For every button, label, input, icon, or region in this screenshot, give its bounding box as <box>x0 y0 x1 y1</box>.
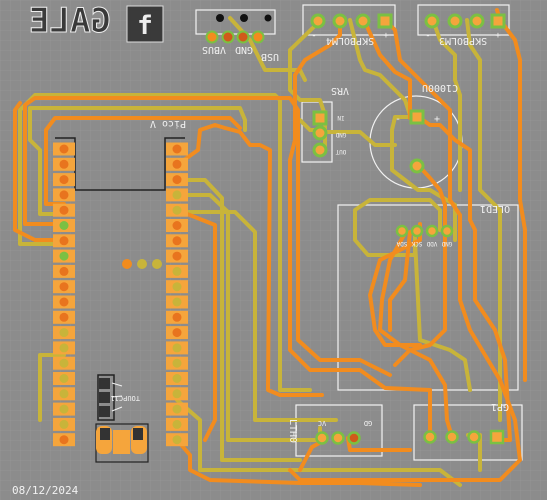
pico-right-pin-hole-17 <box>172 389 182 399</box>
pcb-board: GALE f TOUPC11 VBUS GND USB SKPBOLM4 + -… <box>0 0 547 500</box>
oled-label: OLED1 <box>480 203 510 214</box>
usb-label-gnd: GND <box>235 44 253 55</box>
pico-left-pin-hole-5 <box>59 205 69 215</box>
gp1-label: GP1 <box>491 401 509 412</box>
capacitor-minus: - <box>395 114 401 125</box>
pico-right-pin-hole-14 <box>172 343 182 353</box>
pico-left-pin-hole-14 <box>59 343 69 353</box>
pico-right-pin-hole-5 <box>172 205 182 215</box>
pico-test-pads <box>122 259 162 269</box>
speaker4-plus: + <box>383 31 389 41</box>
speaker3-plus: + <box>495 31 501 41</box>
usb-pad <box>251 30 265 44</box>
svg-text:f: f <box>137 11 153 41</box>
gale-logo: GALE f <box>29 1 164 43</box>
capacitor-label: C1000U <box>422 82 458 93</box>
vrs-pin-gnd: GND <box>335 131 346 138</box>
pico-left-pin-hole-1 <box>59 144 69 154</box>
pico-right-pin-hole-13 <box>172 328 182 338</box>
pico-right-pin-hole-8 <box>172 251 182 261</box>
vbus-pad <box>205 30 219 44</box>
toupc-label: TOUPC11 <box>110 394 140 402</box>
pico-right-pin-hole-19 <box>172 419 182 429</box>
gale-f-logo-icon: f <box>126 5 164 43</box>
pico-left-pin-hole-2 <box>59 159 69 169</box>
pico-right-pin-hole-18 <box>172 404 182 414</box>
pico-left-pin-hole-13 <box>59 328 69 338</box>
usb-label-vbus: VBUS <box>202 44 226 55</box>
speaker3-minus: - <box>425 31 430 41</box>
pico-right-pin-hole-12 <box>172 312 182 322</box>
pico-left-pin-hole-4 <box>59 190 69 200</box>
gnd-pad-b <box>236 30 250 44</box>
ldr-pin-vc: VC <box>318 419 326 427</box>
capacitor-plus: + <box>434 114 440 125</box>
oled-pin-gnd: GND <box>441 240 452 247</box>
oled-pin-sck: SCK <box>411 240 422 247</box>
pico-left-pin-hole-12 <box>59 312 69 322</box>
pico-left-pin-hole-7 <box>59 236 69 246</box>
grid-lines <box>0 0 547 500</box>
pico-right-pin-hole-3 <box>172 175 182 185</box>
pico-label: Pico V <box>150 118 186 129</box>
pico-left-pin-hole-16 <box>59 374 69 383</box>
gnd-pad-a <box>221 30 235 44</box>
pico-right-pin-hole-10 <box>172 282 182 292</box>
pico-left-pin-hole-6 <box>59 221 69 230</box>
oled-pin-vdd: VDD <box>426 240 437 247</box>
speaker4-minus: - <box>311 31 316 41</box>
gale-logo-text: GALE <box>29 1 111 41</box>
pico-left-pin-hole-20 <box>59 435 69 445</box>
usb-connector <box>96 426 147 454</box>
oled-pin-sda: SDA <box>396 240 407 247</box>
pico-left-pin-hole-15 <box>59 358 69 368</box>
vrs-pin-in: IN <box>337 114 345 121</box>
pico-left-pin-hole-3 <box>59 175 69 185</box>
vrs-label: VRS <box>331 85 349 96</box>
pico-left-pin-hole-9 <box>59 266 69 276</box>
pico-right-pin-hole-1 <box>172 144 182 154</box>
pico-right-pin-hole-9 <box>172 266 182 276</box>
pico-left-pin-hole-10 <box>59 282 69 292</box>
ldr-pin-gd: GD <box>364 419 372 427</box>
pico-left-pin-hole-18 <box>59 404 69 414</box>
pico-right-pin-hole-6 <box>172 221 182 230</box>
pico-left-pin-hole-11 <box>59 297 69 307</box>
pico-right-pin-hole-15 <box>172 358 182 368</box>
pico-right-pin-hole-2 <box>172 159 182 169</box>
pico-right-pin-hole-16 <box>172 374 182 383</box>
pico-right-pin-hole-20 <box>172 435 182 445</box>
pico-right-pin-hole-7 <box>172 236 182 246</box>
ldr-label: LTH0 <box>287 419 298 443</box>
pico-left-pin-hole-8 <box>59 251 69 261</box>
usb-label-usb: USB <box>261 51 279 62</box>
pico-left-pin-hole-19 <box>59 419 69 429</box>
pico-left-pin-hole-17 <box>59 389 69 399</box>
speaker3-label: SKPBOLM3 <box>439 35 487 46</box>
pico-right-pin-hole-11 <box>172 297 182 307</box>
pico-right-pin-hole-4 <box>172 190 182 200</box>
vrs-pin-out: OUT <box>335 148 346 155</box>
board-date: 08/12/2024 <box>12 484 79 497</box>
speaker4-label: SKPBOLM4 <box>326 35 374 46</box>
